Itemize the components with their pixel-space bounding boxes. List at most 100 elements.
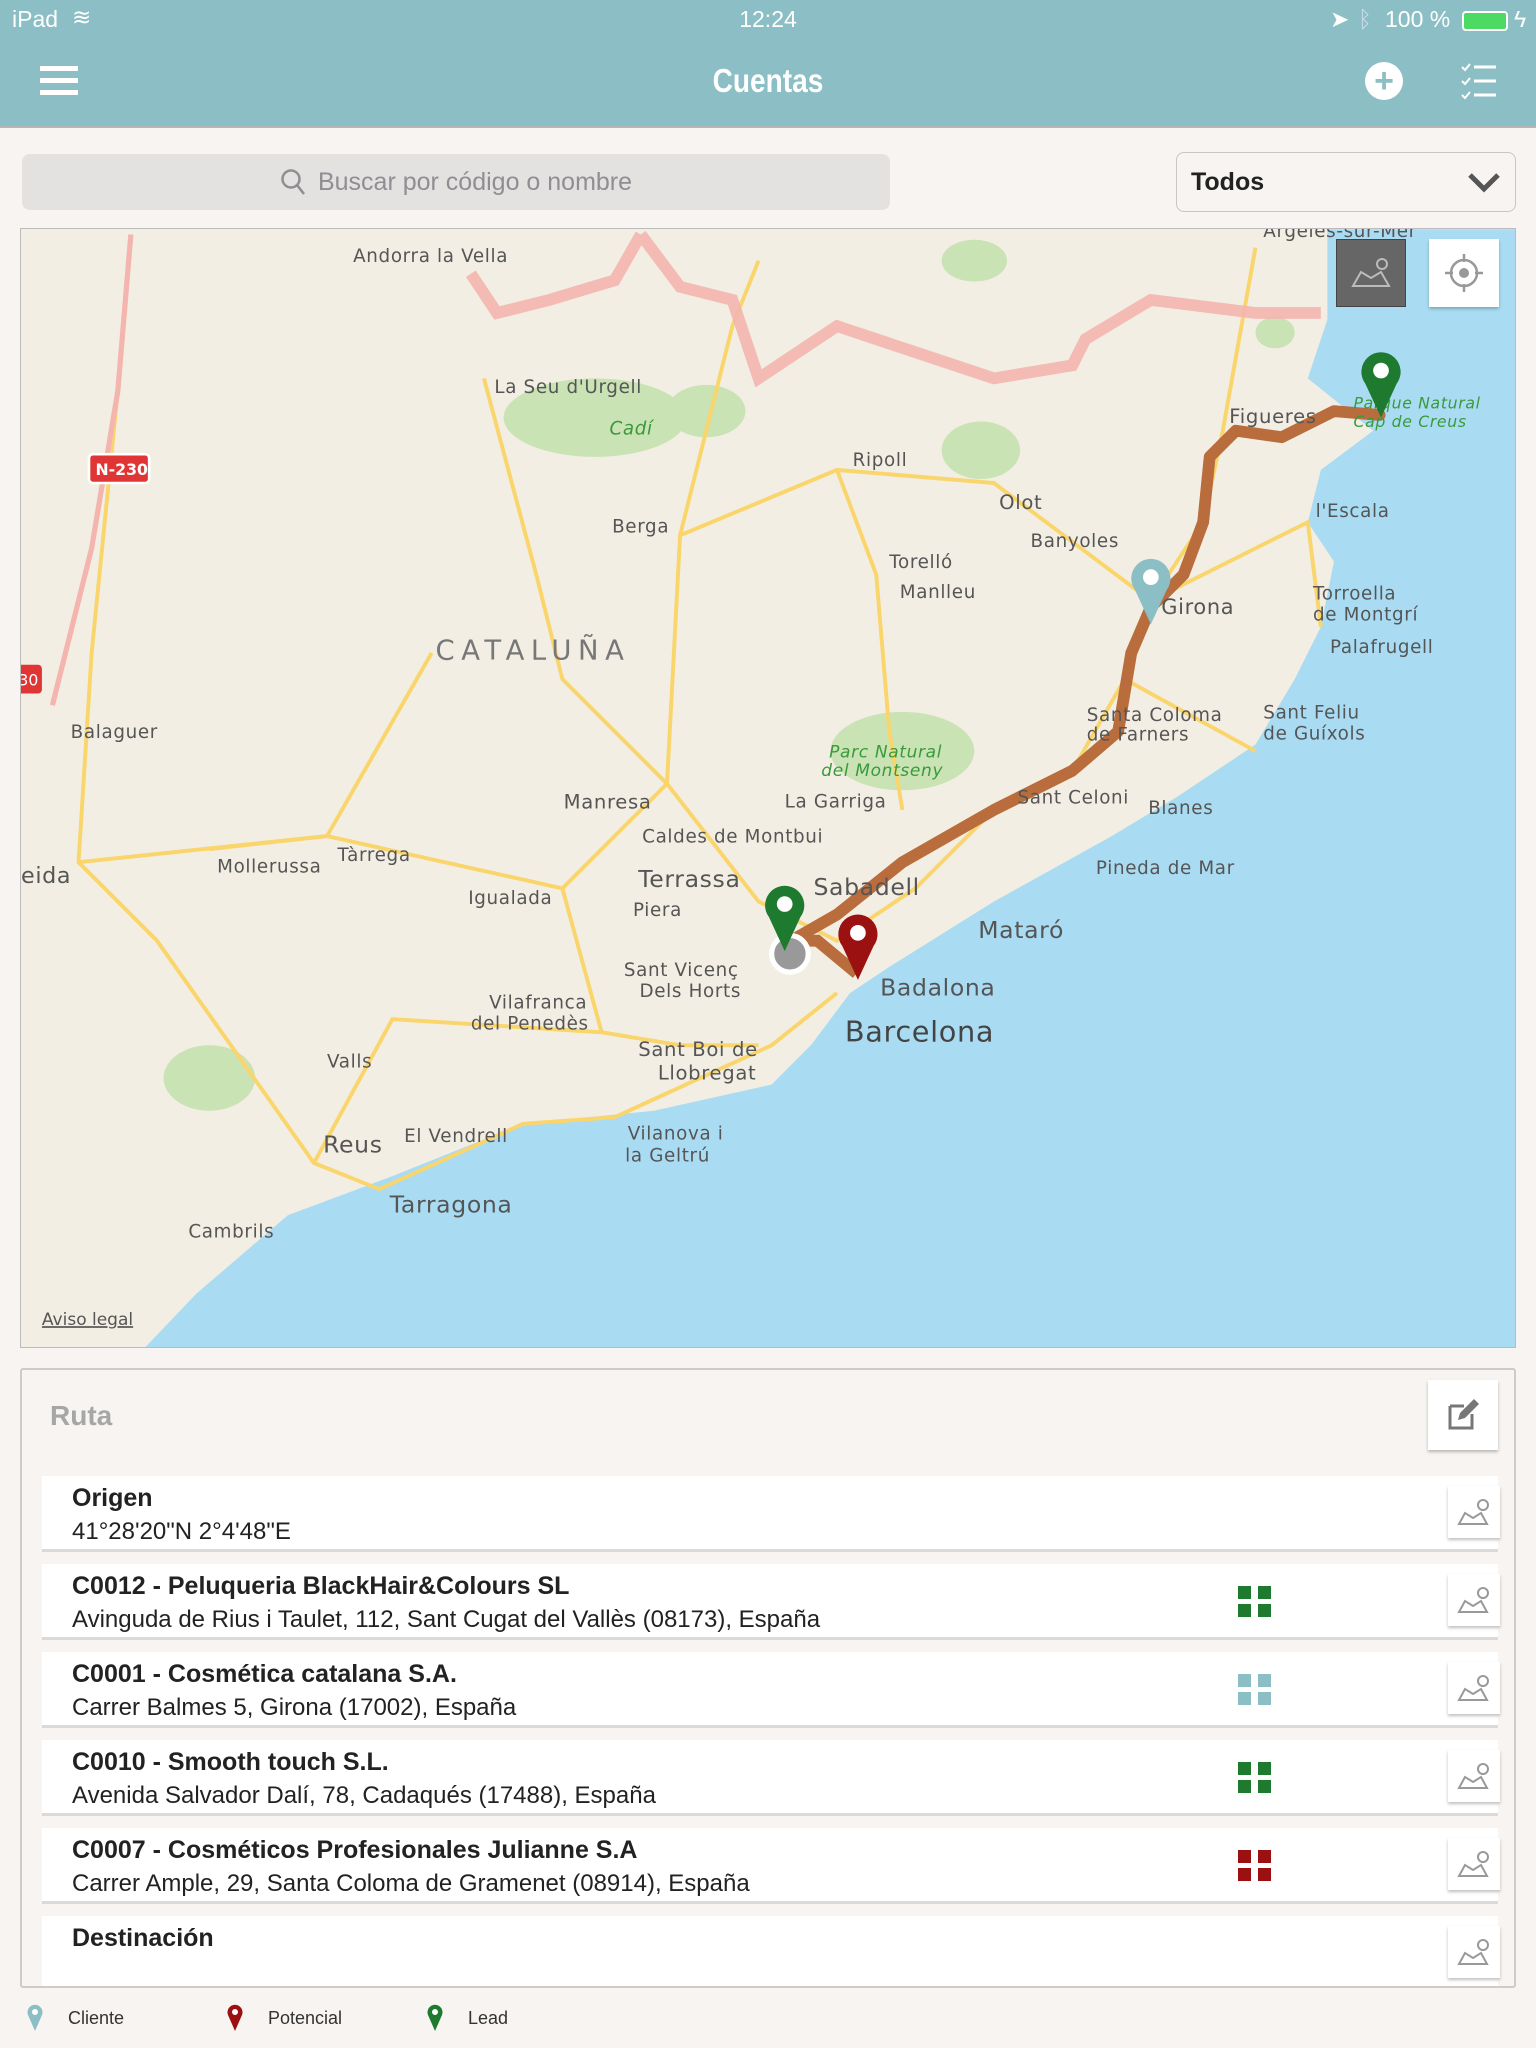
label-escala: l'Escala [1316,501,1390,522]
show-on-map-button[interactable] [1448,1574,1500,1626]
label-pineda: Pineda de Mar [1096,858,1235,879]
label-badalona: Badalona [880,974,995,1002]
row-title: Destinación [72,1924,214,1952]
label-caldes: Caldes de Montbui [642,827,823,848]
status-bar: iPad ≋ 12:24 ➤ ᛒ 100 % ϟ [0,0,1536,40]
row-address: Avenida Salvador Dalí, 78, Cadaqués (174… [72,1782,656,1809]
label-torroella: Torroella [1312,583,1396,604]
route-title: Ruta [50,1400,113,1431]
status-grid-icon [1238,1762,1271,1793]
row-title: C0001 - Cosmética catalana S.A. [72,1660,457,1688]
map-type-button[interactable] [1336,239,1406,307]
route-row[interactable]: Origen 41°28'20"N 2°4'48"E [42,1476,1500,1552]
label-valls: Valls [327,1052,372,1073]
show-on-map-button[interactable] [1448,1838,1500,1890]
label-balaguer: Balaguer [71,722,158,743]
label-sfeliu: Sant Feliu [1263,702,1359,723]
route-row[interactable]: C0012 - Peluqueria BlackHair&Colours SL A… [42,1564,1500,1640]
legend-potencial: Potencial [226,2004,342,2032]
label-vilafranca: Vilafranca [489,993,587,1014]
filter-selected: Todos [1191,167,1265,196]
row-address: Carrer Ample, 29, Santa Coloma de Gramen… [72,1870,750,1897]
label-svicenc: Sant Vicenç [624,960,739,981]
label-scoloma: Santa Coloma [1087,705,1223,726]
filter-dropdown[interactable]: Todos [1176,152,1516,212]
legend-label: Cliente [68,2007,125,2028]
label-barcelona: Barcelona [845,1014,994,1048]
label-seu: La Seu d'Urgell [494,377,642,398]
show-on-map-button[interactable] [1448,1750,1500,1802]
label-piera: Piera [633,900,682,921]
label-reus: Reus [323,1131,383,1159]
legal-link[interactable]: Aviso legal [42,1310,133,1330]
map-pin-icon [1457,1675,1489,1701]
status-grid-icon [1238,1586,1271,1617]
map-view[interactable]: Andorra la Vella La Seu d'Urgell Cadí Ri… [20,228,1516,1348]
edit-route-button[interactable] [1428,1380,1498,1450]
map-fold-icon [1351,258,1391,287]
route-row[interactable]: C0001 - Cosmética catalana S.A. Carrer Ba… [42,1652,1500,1728]
show-on-map-button[interactable] [1448,1926,1500,1978]
label-vilafranca-2: del Penedès [471,1014,589,1035]
legend-label: Lead [468,2007,509,2028]
row-title: C0007 - Cosméticos Profesionales Juliann… [72,1836,638,1864]
map-pin-icon [1457,1587,1489,1613]
route-row[interactable]: Destinación [42,1916,1500,1986]
show-on-map-button[interactable] [1448,1662,1500,1714]
label-n230: N-230 [96,460,148,479]
row-address: 41°28'20"N 2°4'48"E [72,1518,291,1545]
search-icon [281,169,305,195]
label-olot: Olot [999,491,1042,514]
label-sfeliu-2: de Guíxols [1263,723,1365,744]
nav-bar: Cuentas + [0,40,1536,128]
map-canvas[interactable]: Andorra la Vella La Seu d'Urgell Cadí Ri… [21,229,1516,1348]
label-tarragona: Tarragona [389,1191,513,1219]
label-mataro: Mataró [978,916,1064,944]
label-sboi-2: Llobregat [658,1061,757,1084]
label-figueres: Figueres [1229,405,1316,428]
label-manlleu: Manlleu [900,582,976,603]
map-pin-icon [1457,1763,1489,1789]
location-icon: ➤ [1330,6,1350,32]
label-igualada: Igualada [468,888,552,909]
locate-button[interactable] [1429,239,1499,307]
checklist-icon[interactable] [1460,62,1498,100]
row-title: C0012 - Peluqueria BlackHair&Colours SL [72,1572,570,1600]
route-row[interactable]: C0010 - Smooth touch S.L. Avenida Salvado… [42,1740,1500,1816]
show-on-map-button[interactable] [1448,1486,1500,1538]
label-manresa: Manresa [564,791,652,814]
label-banyoles: Banyoles [1031,531,1120,552]
label-mollerussa: Mollerussa [217,857,321,878]
label-ripoll: Ripoll [853,450,908,471]
label-tarrega: Tàrrega [336,845,410,866]
map-pin-icon [1457,1499,1489,1525]
search-input[interactable]: Buscar por código o nombre [22,154,890,210]
label-torroella-2: de Montgrí [1313,604,1418,625]
battery-text: 100 % [1385,6,1451,32]
row-title: C0010 - Smooth touch S.L. [72,1748,389,1776]
legend-label: Potencial [268,2007,343,2028]
route-row[interactable]: C0007 - Cosméticos Profesionales Juliann… [42,1828,1500,1904]
label-andorra: Andorra la Vella [353,246,508,267]
label-berga: Berga [612,517,669,538]
status-grid-icon [1238,1674,1271,1705]
pin-potencial-icon [227,2004,243,2031]
hamburger-icon[interactable] [40,66,78,96]
label-terrassa: Terrassa [637,865,740,893]
label-torello: Torelló [888,552,953,573]
route-panel: Ruta Origen 41°28'20"N 2°4'48"E C0012 - Pe… [20,1368,1516,1988]
plus-circle-icon[interactable]: + [1365,62,1403,100]
row-address: Carrer Balmes 5, Girona (17002), España [72,1694,517,1721]
bluetooth-icon: ᛒ [1358,6,1372,32]
clock: 12:24 [739,6,797,32]
label-vendrell: El Vendrell [404,1126,508,1147]
row-title: Origen [72,1484,153,1512]
battery-icon [1462,11,1508,31]
status-grid-icon [1238,1850,1271,1881]
label-sabadell: Sabadell [813,873,919,901]
crosshair-icon [1445,254,1483,292]
label-montseny: Parc Natural [829,743,942,763]
label-road-sign: 30 [21,671,38,690]
label-montseny-2: del Montseny [821,761,943,781]
legend-lead: Lead [426,2004,508,2032]
